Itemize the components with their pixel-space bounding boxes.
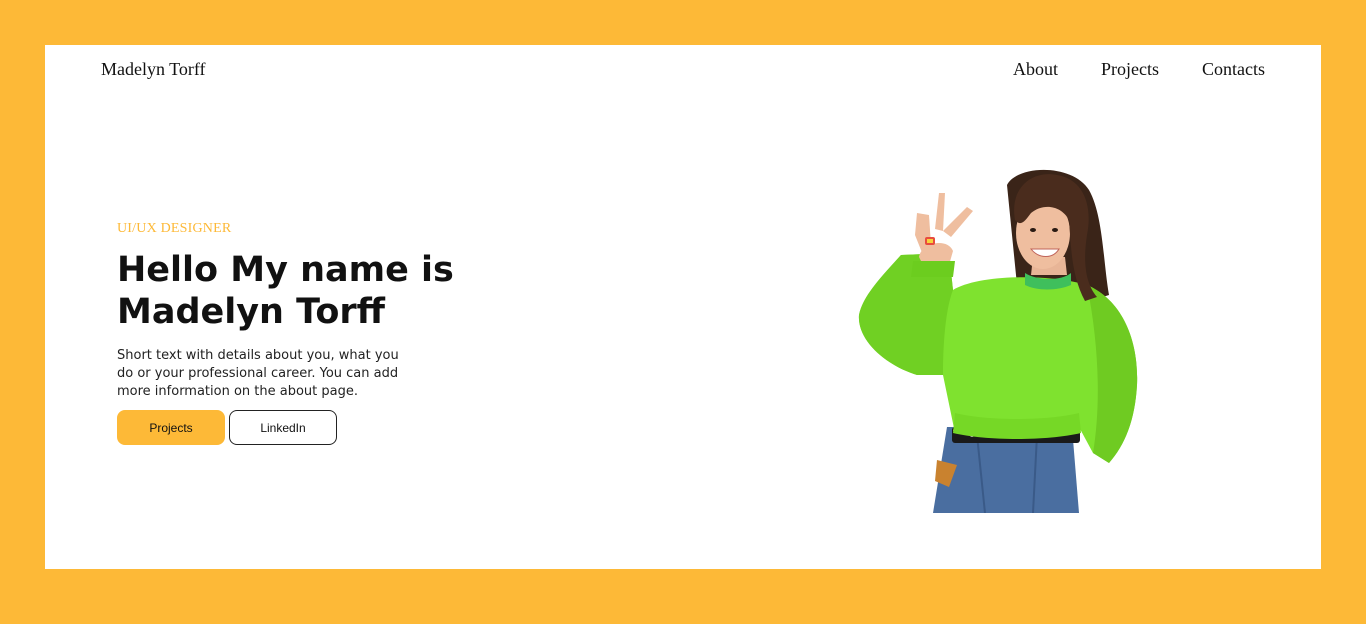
hero-title-line2: Madelyn Torff	[117, 292, 386, 332]
hero-description: Short text with details about you, what …	[117, 348, 399, 399]
brand-logo-link[interactable]: Madelyn Torff	[101, 59, 206, 80]
hero-title-line1: Hello My name is	[117, 250, 454, 290]
main-nav: About Projects Contacts	[1013, 59, 1265, 80]
nav-about-link[interactable]: About	[1013, 59, 1058, 80]
nav-contacts-link[interactable]: Contacts	[1202, 59, 1265, 80]
page-frame: Madelyn Torff About Projects Contacts UI…	[45, 45, 1321, 569]
hero-buttons: Projects LinkedIn	[117, 410, 457, 445]
linkedin-button[interactable]: LinkedIn	[229, 410, 337, 445]
portrait-image	[858, 169, 1138, 513]
nav-projects-link[interactable]: Projects	[1101, 59, 1159, 80]
role-label: UI/UX DESIGNER	[117, 221, 232, 236]
hero-section: UI/UX DESIGNER Hello My name is Madelyn …	[117, 221, 457, 445]
projects-button[interactable]: Projects	[117, 410, 225, 445]
hero-title: Hello My name is Madelyn Torff	[117, 249, 457, 333]
